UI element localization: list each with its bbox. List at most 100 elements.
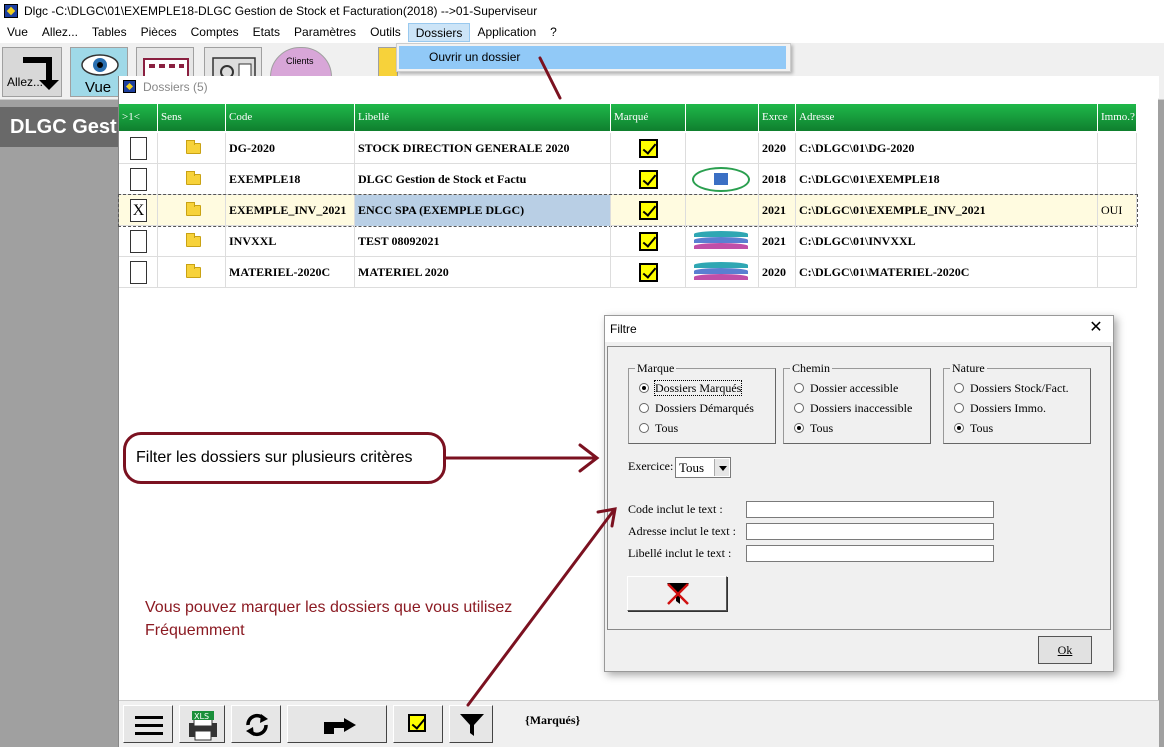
- goto-button[interactable]: [287, 705, 387, 743]
- radio-dot: [954, 403, 964, 413]
- marked-check-icon[interactable]: [639, 232, 658, 251]
- radio-nature-tous[interactable]: Tous: [954, 421, 993, 436]
- col-header-toggle[interactable]: >1<: [119, 104, 158, 131]
- radio-dossiers-marques[interactable]: Dossiers Marqués: [639, 380, 743, 396]
- cell-immo: [1098, 133, 1137, 164]
- radio-dot: [954, 383, 964, 393]
- cell-logo: [686, 133, 759, 164]
- annotation-callout: Filter les dossiers sur plusieurs critèr…: [123, 432, 446, 484]
- menu-parametres[interactable]: Paramètres: [287, 23, 363, 42]
- row-checkbox[interactable]: [130, 261, 147, 284]
- adresse-filter-input[interactable]: [746, 523, 994, 540]
- marked-check-icon[interactable]: [639, 263, 658, 282]
- chevron-down-icon[interactable]: [714, 459, 729, 476]
- row-checkbox[interactable]: [130, 137, 147, 160]
- radio-dot: [794, 423, 804, 433]
- col-header-immo[interactable]: Immo.?: [1098, 104, 1137, 131]
- code-filter-input[interactable]: [746, 501, 994, 518]
- cell-exercice: 2021: [759, 226, 796, 257]
- col-header-logo[interactable]: [686, 104, 759, 131]
- menu-button[interactable]: [123, 705, 173, 743]
- menubar: Vue Allez... Tables Pièces Comptes Etats…: [0, 22, 1164, 43]
- mark-check-icon: [408, 714, 426, 732]
- row-checkbox[interactable]: X: [130, 199, 147, 222]
- mark-button[interactable]: [393, 705, 443, 743]
- radio-label: Dossier accessible: [810, 381, 899, 395]
- menu-outils[interactable]: Outils: [363, 23, 408, 42]
- allez-button[interactable]: Allez...: [2, 47, 62, 97]
- cell-immo: [1098, 257, 1137, 288]
- col-header-exercice[interactable]: Exrce: [759, 104, 796, 131]
- radio-dot: [639, 403, 649, 413]
- radio-label: Dossiers Stock/Fact.: [970, 381, 1069, 395]
- marked-check-icon[interactable]: [639, 201, 658, 220]
- filtre-dialog-titlebar: Filtre: [605, 316, 1113, 342]
- menu-tables[interactable]: Tables: [85, 23, 134, 42]
- filter-button[interactable]: [449, 705, 493, 743]
- clear-filter-button[interactable]: [627, 576, 727, 611]
- row-checkbox[interactable]: [130, 168, 147, 191]
- menu-comptes[interactable]: Comptes: [184, 23, 246, 42]
- folder-icon: [186, 264, 201, 278]
- app-icon: [123, 80, 136, 93]
- col-header-libelle[interactable]: Libellé: [355, 104, 611, 131]
- close-icon[interactable]: ✕: [1087, 319, 1105, 337]
- menu-pieces[interactable]: Pièces: [134, 23, 184, 42]
- menu-dossiers[interactable]: Dossiers: [407, 23, 471, 42]
- dossiers-window-titlebar: Dossiers (5): [119, 76, 1159, 98]
- radio-dossier-accessible[interactable]: Dossier accessible: [794, 381, 898, 396]
- filtre-dialog: Filtre ✕ Marque Dossiers Marqués Dossier…: [604, 315, 1114, 672]
- libelle-filter-input[interactable]: [746, 545, 994, 562]
- col-header-adresse[interactable]: Adresse: [796, 104, 1098, 131]
- radio-marque-tous[interactable]: Tous: [639, 421, 678, 436]
- cell-code: INVXXL: [226, 226, 355, 257]
- radio-label: Tous: [655, 421, 679, 435]
- radio-dossiers-inaccessible[interactable]: Dossiers inaccessible: [794, 401, 912, 416]
- col-header-marque[interactable]: Marqué: [611, 104, 686, 131]
- menu-etats[interactable]: Etats: [246, 23, 287, 42]
- menu-vue[interactable]: Vue: [0, 23, 35, 42]
- cell-exercice: 2018: [759, 164, 796, 195]
- cell-adresse: C:\DLGC\01\EXEMPLE18: [796, 164, 1098, 195]
- stack-logo-icon: [694, 229, 748, 254]
- ok-button[interactable]: Ok: [1038, 636, 1092, 664]
- dossiers-window-title: Dossiers (5): [143, 80, 208, 94]
- radio-dossiers-immo[interactable]: Dossiers Immo.: [954, 401, 1046, 416]
- filtre-dialog-title: Filtre: [610, 322, 637, 336]
- col-header-sens[interactable]: Sens: [158, 104, 226, 131]
- cell-logo: [686, 195, 759, 226]
- table-row-selected[interactable]: X EXEMPLE_INV_2021 ENCC SPA (EXEMPLE DLG…: [118, 194, 1138, 227]
- exercice-select[interactable]: Tous: [675, 457, 731, 478]
- app-background: [0, 100, 118, 747]
- refresh-button[interactable]: [231, 705, 281, 743]
- menu-item-ouvrir-dossier[interactable]: Ouvrir un dossier: [399, 46, 786, 69]
- radio-dot: [639, 423, 649, 433]
- pointing-hand-icon: [324, 718, 356, 734]
- menu-allez[interactable]: Allez...: [35, 23, 85, 42]
- exercice-label: Exercice:: [628, 459, 674, 473]
- radio-dossiers-demarques[interactable]: Dossiers Démarqués: [639, 401, 754, 416]
- radio-dot: [954, 423, 964, 433]
- filter-state-label: {Marqués}: [525, 713, 581, 727]
- group-chemin-legend: Chemin: [790, 361, 832, 376]
- group-marque: Marque Dossiers Marqués Dossiers Démarqu…: [628, 361, 776, 444]
- export-xls-button[interactable]: XLS: [179, 705, 225, 743]
- menu-application[interactable]: Application: [470, 23, 543, 42]
- marked-check-icon[interactable]: [639, 170, 658, 189]
- row-checkbox[interactable]: [130, 230, 147, 253]
- table-row[interactable]: MATERIEL-2020C MATERIEL 2020 2020 C:\DLG…: [119, 257, 1137, 288]
- menu-help[interactable]: ?: [543, 23, 564, 42]
- radio-dossiers-stock[interactable]: Dossiers Stock/Fact.: [954, 381, 1069, 396]
- radio-chemin-tous[interactable]: Tous: [794, 421, 833, 436]
- table-row[interactable]: EXEMPLE18 DLGC Gestion de Stock et Factu…: [119, 164, 1137, 195]
- window-title: Dlgc -C:\DLGC\01\EXEMPLE18-DLGC Gestion …: [24, 4, 538, 18]
- col-header-code[interactable]: Code: [226, 104, 355, 131]
- table-row[interactable]: DG-2020 STOCK DIRECTION GENERALE 2020 20…: [119, 133, 1137, 164]
- bottom-toolbar: XLS {Marqués}: [119, 700, 1159, 747]
- marked-check-icon[interactable]: [639, 139, 658, 158]
- annotation-note: Vous pouvez marquer les dossiers que vou…: [145, 599, 513, 639]
- cell-libelle: DLGC Gestion de Stock et Factu: [355, 164, 611, 195]
- title-bar: Dlgc -C:\DLGC\01\EXEMPLE18-DLGC Gestion …: [0, 0, 1164, 22]
- adresse-filter-label: Adresse inclut le text :: [628, 524, 736, 538]
- table-row[interactable]: INVXXL TEST 08092021 2021 C:\DLGC\01\INV…: [119, 226, 1137, 257]
